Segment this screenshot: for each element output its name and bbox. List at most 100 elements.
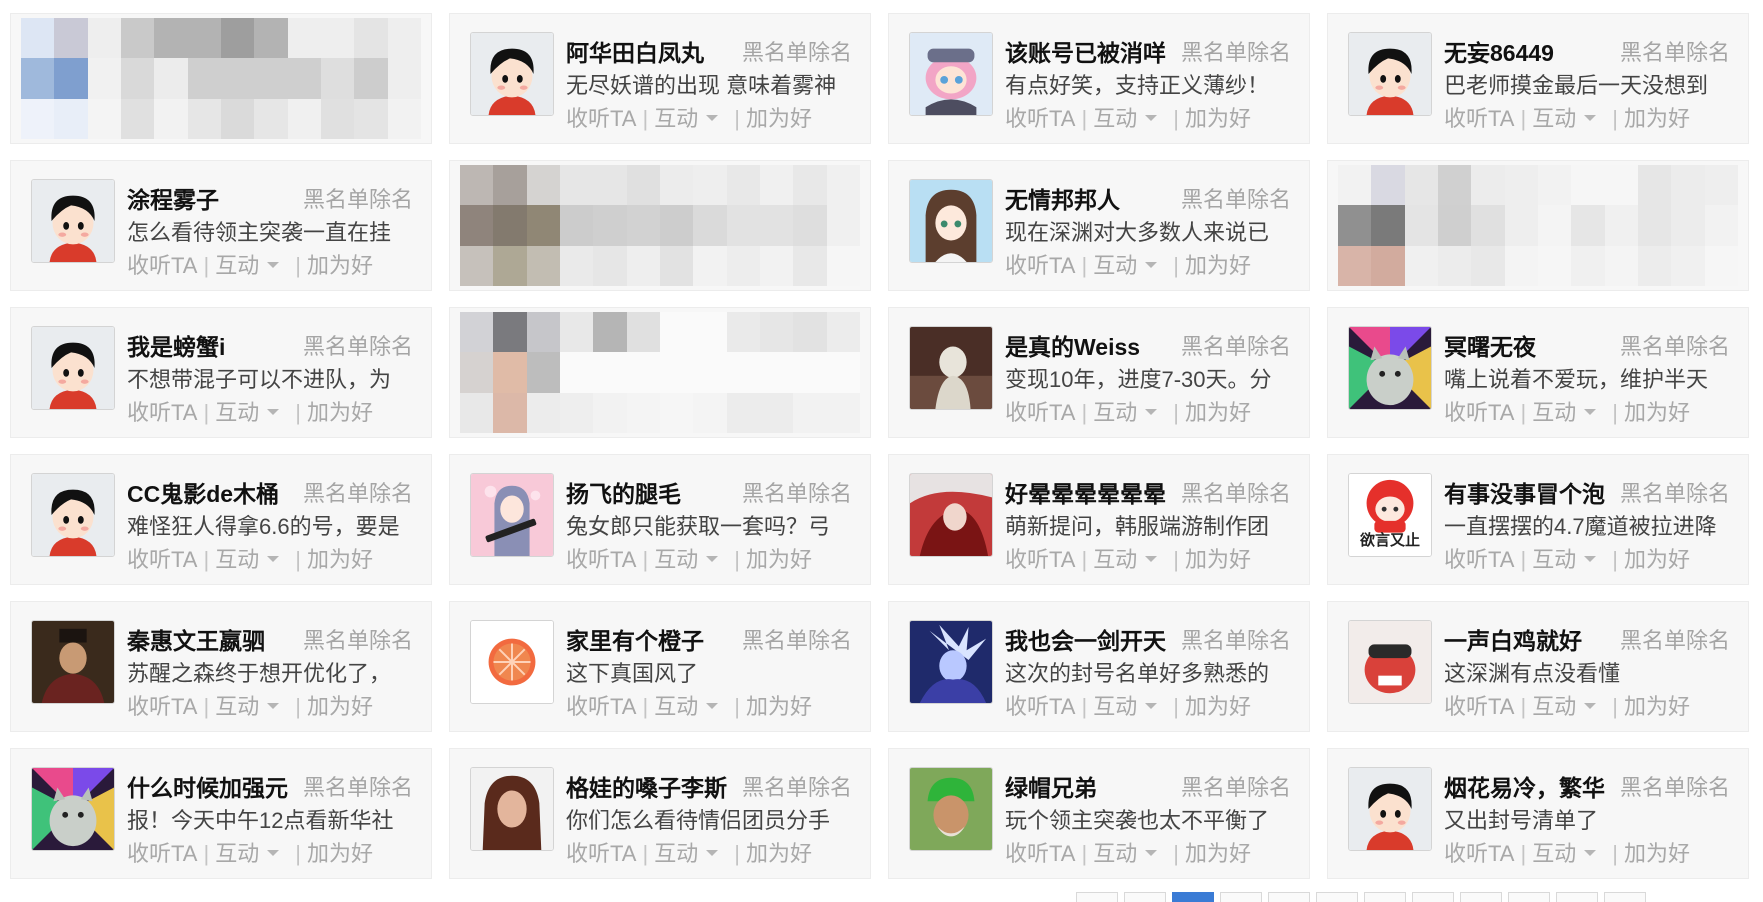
latest-post-text[interactable]: 无尽妖谱的出现 意味着雾神	[566, 68, 854, 100]
add-friend-button[interactable]: 加为好	[1185, 106, 1251, 131]
interact-dropdown[interactable]: 互动	[654, 694, 728, 719]
remove-blacklist-button[interactable]: 黑名单除名	[1620, 623, 1730, 655]
latest-post-text[interactable]: 报！今天中午12点看新华社	[127, 803, 415, 835]
remove-blacklist-button[interactable]: 黑名单除名	[1620, 35, 1730, 67]
add-friend-button[interactable]: 加为好	[307, 547, 373, 572]
page-button-11[interactable]	[1556, 892, 1598, 902]
page-button-6[interactable]	[1316, 892, 1358, 902]
interact-dropdown[interactable]: 互动	[215, 400, 289, 425]
follow-button[interactable]: 收听TA	[127, 547, 197, 572]
interact-dropdown[interactable]: 互动	[1093, 694, 1167, 719]
latest-post-text[interactable]: 又出封号清单了	[1444, 803, 1732, 835]
add-friend-button[interactable]: 加为好	[1624, 841, 1690, 866]
latest-post-text[interactable]: 怎么看待领主突袭一直在挂	[127, 215, 415, 247]
username[interactable]: 无妄86449	[1444, 34, 1554, 68]
interact-dropdown[interactable]: 互动	[1532, 400, 1606, 425]
interact-dropdown[interactable]: 互动	[1532, 106, 1606, 131]
follow-button[interactable]: 收听TA	[127, 400, 197, 425]
anime-girl-avatar-icon[interactable]	[909, 179, 993, 263]
statue-photo-avatar-icon[interactable]	[909, 326, 993, 410]
add-friend-button[interactable]: 加为好	[1185, 547, 1251, 572]
add-friend-button[interactable]: 加为好	[1624, 694, 1690, 719]
interact-dropdown[interactable]: 互动	[1532, 694, 1606, 719]
remove-blacklist-button[interactable]: 黑名单除名	[1181, 623, 1291, 655]
username[interactable]: 有事没事冒个泡	[1444, 475, 1605, 509]
add-friend-button[interactable]: 加为好	[1624, 547, 1690, 572]
username[interactable]: 我是螃蟹i	[127, 328, 225, 362]
remove-blacklist-button[interactable]: 黑名单除名	[303, 623, 413, 655]
remove-blacklist-button[interactable]: 黑名单除名	[303, 329, 413, 361]
interact-dropdown[interactable]: 互动	[654, 841, 728, 866]
red-hair-chibi-avatar-icon[interactable]: 欲言又止	[1348, 473, 1432, 557]
remove-blacklist-button[interactable]: 黑名单除名	[1620, 770, 1730, 802]
latest-post-text[interactable]: 巴老师摸金最后一天没想到	[1444, 68, 1732, 100]
latest-post-text[interactable]: 难怪狂人得拿6.6的号，要是	[127, 509, 415, 541]
username[interactable]: 我也会一剑开天	[1005, 622, 1166, 656]
remove-blacklist-button[interactable]: 黑名单除名	[1620, 329, 1730, 361]
grapefruit-avatar-icon[interactable]	[470, 620, 554, 704]
rainbow-cat-avatar-icon[interactable]	[31, 767, 115, 851]
add-friend-button[interactable]: 加为好	[1185, 400, 1251, 425]
page-button-5[interactable]	[1268, 892, 1310, 902]
default-avatar-icon[interactable]	[1348, 32, 1432, 116]
page-button-3[interactable]	[1172, 892, 1214, 902]
add-friend-button[interactable]: 加为好	[746, 106, 812, 131]
follow-button[interactable]: 收听TA	[1005, 841, 1075, 866]
remove-blacklist-button[interactable]: 黑名单除名	[742, 35, 852, 67]
page-button-7[interactable]	[1364, 892, 1406, 902]
page-button-10[interactable]	[1508, 892, 1550, 902]
historical-figure-avatar-icon[interactable]	[31, 620, 115, 704]
woman-portrait-avatar-icon[interactable]	[470, 767, 554, 851]
username[interactable]: 阿华田白凤丸	[566, 34, 704, 68]
interact-dropdown[interactable]: 互动	[1093, 400, 1167, 425]
remove-blacklist-button[interactable]: 黑名单除名	[1181, 329, 1291, 361]
remove-blacklist-button[interactable]: 黑名单除名	[1181, 35, 1291, 67]
add-friend-button[interactable]: 加为好	[746, 841, 812, 866]
username[interactable]: 涂程雾子	[127, 181, 219, 215]
follow-button[interactable]: 收听TA	[1444, 400, 1514, 425]
add-friend-button[interactable]: 加为好	[746, 547, 812, 572]
follow-button[interactable]: 收听TA	[566, 106, 636, 131]
add-friend-button[interactable]: 加为好	[1624, 106, 1690, 131]
interact-dropdown[interactable]: 互动	[1532, 547, 1606, 572]
username[interactable]: 绿帽兄弟	[1005, 769, 1097, 803]
page-button-2[interactable]	[1124, 892, 1166, 902]
latest-post-text[interactable]: 这次的封号名单好多熟悉的	[1005, 656, 1293, 688]
remove-blacklist-button[interactable]: 黑名单除名	[1620, 476, 1730, 508]
add-friend-button[interactable]: 加为好	[1185, 841, 1251, 866]
add-friend-button[interactable]: 加为好	[307, 694, 373, 719]
follow-button[interactable]: 收听TA	[127, 253, 197, 278]
username[interactable]: 冥曙无夜	[1444, 328, 1536, 362]
username[interactable]: 好晕晕晕晕晕晕	[1005, 475, 1166, 509]
latest-post-text[interactable]: 有点好笑，支持正义薄纱！	[1005, 68, 1293, 100]
follow-button[interactable]: 收听TA	[1005, 694, 1075, 719]
follow-button[interactable]: 收听TA	[1444, 694, 1514, 719]
default-avatar-icon[interactable]	[470, 32, 554, 116]
follow-button[interactable]: 收听TA	[566, 841, 636, 866]
remove-blacklist-button[interactable]: 黑名单除名	[1181, 770, 1291, 802]
remove-blacklist-button[interactable]: 黑名单除名	[1181, 182, 1291, 214]
follow-button[interactable]: 收听TA	[1005, 547, 1075, 572]
latest-post-text[interactable]: 现在深渊对大多数人来说已	[1005, 215, 1293, 247]
follow-button[interactable]: 收听TA	[1444, 841, 1514, 866]
page-button-9[interactable]	[1460, 892, 1502, 902]
interact-dropdown[interactable]: 互动	[1093, 106, 1167, 131]
add-friend-button[interactable]: 加为好	[746, 694, 812, 719]
interact-dropdown[interactable]: 互动	[1093, 253, 1167, 278]
latest-post-text[interactable]: 这下真国风了	[566, 656, 854, 688]
add-friend-button[interactable]: 加为好	[307, 253, 373, 278]
follow-button[interactable]: 收听TA	[127, 841, 197, 866]
username[interactable]: CC鬼影de木桶	[127, 475, 279, 509]
latest-post-text[interactable]: 不想带混子可以不进队，为	[127, 362, 415, 394]
interact-dropdown[interactable]: 互动	[654, 106, 728, 131]
default-avatar-icon[interactable]	[31, 473, 115, 557]
latest-post-text[interactable]: 你们怎么看待情侣团员分手	[566, 803, 854, 835]
username[interactable]: 秦惠文王嬴驷	[127, 622, 265, 656]
username[interactable]: 一声白鸡就好	[1444, 622, 1582, 656]
remove-blacklist-button[interactable]: 黑名单除名	[303, 182, 413, 214]
follow-button[interactable]: 收听TA	[1005, 400, 1075, 425]
latest-post-text[interactable]: 玩个领主突袭也太不平衡了	[1005, 803, 1293, 835]
blue-swordsman-avatar-icon[interactable]	[909, 620, 993, 704]
interact-dropdown[interactable]: 互动	[654, 547, 728, 572]
add-friend-button[interactable]: 加为好	[1624, 400, 1690, 425]
